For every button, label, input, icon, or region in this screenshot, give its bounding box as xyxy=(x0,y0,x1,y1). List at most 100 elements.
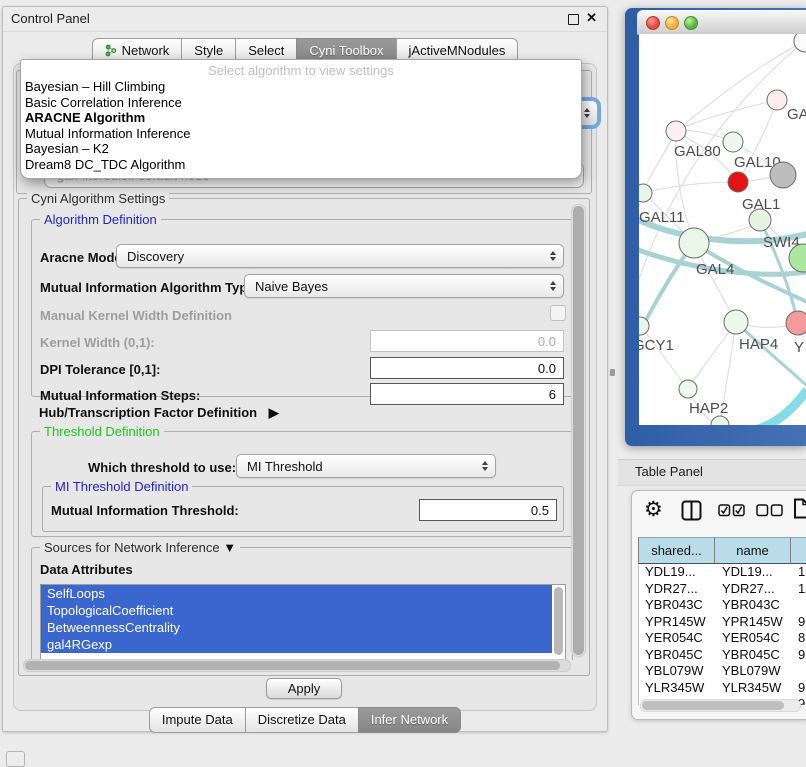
new-table-icon[interactable] xyxy=(793,498,806,524)
network-node-gal10[interactable] xyxy=(723,132,743,152)
network-node-label: Y xyxy=(794,339,804,356)
network-node-y[interactable] xyxy=(786,311,806,335)
network-node-label: GAL11 xyxy=(639,209,685,226)
mi-threshold-label: Mutual Information Threshold: xyxy=(51,503,239,518)
aracne-mode-combobox[interactable]: Discovery xyxy=(116,244,564,268)
kernel-width-input[interactable]: 0.0 xyxy=(370,330,564,352)
tab-discretize-data[interactable]: Discretize Data xyxy=(245,707,359,733)
tab-label: Style xyxy=(194,43,223,58)
table-cell: YBR043C xyxy=(639,597,716,614)
hub-definition-toggle[interactable]: Hub/Transcription Factor Definition ▶ xyxy=(39,405,279,421)
table-row[interactable]: YER054CYER054C8. xyxy=(639,630,806,647)
table-cell: YBR043C xyxy=(716,597,792,614)
float-window-icon[interactable] xyxy=(568,14,579,25)
dpi-tolerance-input[interactable]: 0.0 xyxy=(370,357,564,379)
dropdown-item-aracne-algorithm[interactable]: ARACNE Algorithm xyxy=(21,110,581,126)
table-cell: YBL079W xyxy=(639,663,716,680)
mac-minimize-icon[interactable] xyxy=(665,16,679,30)
dropdown-item-bayesian-k2[interactable]: Bayesian – K2 xyxy=(21,141,581,157)
network-node-label: HAP4 xyxy=(739,336,778,353)
collapsed-arrow-icon[interactable]: ▶ xyxy=(269,405,279,420)
mi-threshold-input[interactable]: 0.5 xyxy=(419,499,557,521)
table-cell: 9. xyxy=(792,647,806,664)
table-row[interactable]: YLR345WYLR345W9. xyxy=(639,680,806,697)
attribute-item-betweennesscentrality[interactable]: BetweennessCentrality xyxy=(41,619,552,636)
mi-threshold-definition-fieldset: MI Threshold Definition Mutual Informati… xyxy=(42,486,564,532)
tab-label: Impute Data xyxy=(162,712,233,727)
network-node-gal4[interactable] xyxy=(679,228,709,258)
dropdown-item-bayesian-hill-climbing[interactable]: Bayesian – Hill Climbing xyxy=(21,79,581,95)
table-panel-title: Table Panel xyxy=(635,464,703,479)
attribute-item-selfloops[interactable]: SelfLoops xyxy=(41,585,552,602)
network-canvas[interactable]: GALGAL80GAL10GAL1GAL11SWI4GAL4GCY1HAP4YH… xyxy=(639,34,806,425)
data-attributes-list[interactable]: SelfLoopsTopologicalCoefficientBetweenne… xyxy=(40,584,566,660)
table-row[interactable]: YDL19...YDL19...13 xyxy=(639,564,806,581)
settings-horizontal-scrollbar[interactable] xyxy=(23,659,571,672)
column-header-name[interactable]: name xyxy=(715,537,791,564)
settings-vertical-scrollbar[interactable] xyxy=(571,204,586,657)
tab-infer-network[interactable]: Infer Network xyxy=(358,707,461,733)
mi-type-combobox[interactable]: Naive Bayes xyxy=(244,274,564,298)
network-node-hap2[interactable] xyxy=(679,380,697,398)
mac-close-icon[interactable] xyxy=(646,16,660,30)
which-threshold-combobox[interactable]: MI Threshold xyxy=(236,454,496,478)
attribute-item-gal4rgexp[interactable]: gal4RGexp xyxy=(41,636,552,653)
data-attributes-label: Data Attributes xyxy=(40,562,133,577)
table-row[interactable]: YDR27...YDR27...12 xyxy=(639,581,806,598)
column-header-a[interactable]: A xyxy=(791,537,806,564)
tab-impute-data[interactable]: Impute Data xyxy=(149,707,246,733)
table-cell: YDR27... xyxy=(716,581,792,598)
attributes-scrollbar[interactable] xyxy=(553,586,564,658)
table-row[interactable]: YPR145WYPR145W9. xyxy=(639,614,806,631)
network-node-gal80[interactable] xyxy=(666,121,686,141)
manual-kernel-checkbox[interactable] xyxy=(550,305,566,321)
tab-label: jActiveMNodules xyxy=(409,43,506,58)
network-node-gal1[interactable] xyxy=(728,172,748,192)
dropdown-items: Bayesian – Hill ClimbingBasic Correlatio… xyxy=(21,79,581,173)
minimized-panel-icon[interactable] xyxy=(6,751,25,767)
network-node-label: GAL xyxy=(787,106,806,123)
table-cell: 12 xyxy=(792,581,806,598)
network-node[interactable] xyxy=(770,162,796,188)
control-panel-window: Control Panel ✕ NetworkStyleSelectCyni T… xyxy=(2,6,608,732)
table-cell: YPR145W xyxy=(716,614,792,631)
network-node[interactable] xyxy=(711,416,729,425)
network-node-swi4[interactable] xyxy=(749,209,771,231)
network-node-gal11[interactable] xyxy=(639,184,652,202)
mi-steps-input[interactable]: 6 xyxy=(370,383,564,405)
sources-fieldset: Sources for Network Inference ▼ Data Att… xyxy=(31,547,573,660)
apply-button[interactable]: Apply xyxy=(266,678,342,699)
close-icon[interactable]: ✕ xyxy=(586,10,597,26)
table-horizontal-scrollbar[interactable] xyxy=(640,699,801,712)
network-node-label: GCY1 xyxy=(639,337,674,354)
dropdown-placeholder: Select algorithm to view settings xyxy=(21,62,581,79)
network-node-gal[interactable] xyxy=(767,90,787,110)
network-view-window: GALGAL80GAL10GAL1GAL11SWI4GAL4GCY1HAP4YH… xyxy=(625,8,806,446)
deselect-columns-icon[interactable] xyxy=(756,504,784,522)
table-cell: YER054C xyxy=(716,630,792,647)
dropdown-item-basic-correlation-inference[interactable]: Basic Correlation Inference xyxy=(21,95,581,111)
network-node-hap4[interactable] xyxy=(724,310,748,334)
tab-label: Network xyxy=(122,43,170,58)
column-header-shared[interactable]: shared... xyxy=(638,537,715,564)
network-edge-cyan xyxy=(755,390,806,425)
mac-zoom-icon[interactable] xyxy=(684,16,698,30)
select-columns-icon[interactable] xyxy=(718,504,746,522)
sources-legend-toggle[interactable]: Sources for Network Inference ▼ xyxy=(40,540,240,555)
network-window-titlebar[interactable] xyxy=(637,10,806,35)
split-columns-icon[interactable] xyxy=(681,500,702,526)
table-row[interactable]: YBL079WYBL079W xyxy=(639,663,806,680)
table-row[interactable]: YBR043CYBR043C xyxy=(639,597,806,614)
table-cell xyxy=(792,663,806,680)
tab-label: Select xyxy=(248,43,284,58)
attribute-item-topologicalcoefficient[interactable]: TopologicalCoefficient xyxy=(41,602,552,619)
gear-icon[interactable]: ⚙ xyxy=(644,499,663,520)
table-row[interactable]: YBR045CYBR045C9. xyxy=(639,647,806,664)
dropdown-item-dream8-dc-tdc-algorithm[interactable]: Dream8 DC_TDC Algorithm xyxy=(21,157,581,173)
dropdown-item-mutual-information-inference[interactable]: Mutual Information Inference xyxy=(21,126,581,142)
table-cell: YER054C xyxy=(639,630,716,647)
table-cell: YBL079W xyxy=(716,663,792,680)
panel-resize-grip[interactable] xyxy=(610,369,615,376)
expanded-arrow-icon[interactable]: ▼ xyxy=(223,540,236,555)
table-body: YDL19...YDL19...13YDR27...YDR27...12YBR0… xyxy=(638,564,806,705)
